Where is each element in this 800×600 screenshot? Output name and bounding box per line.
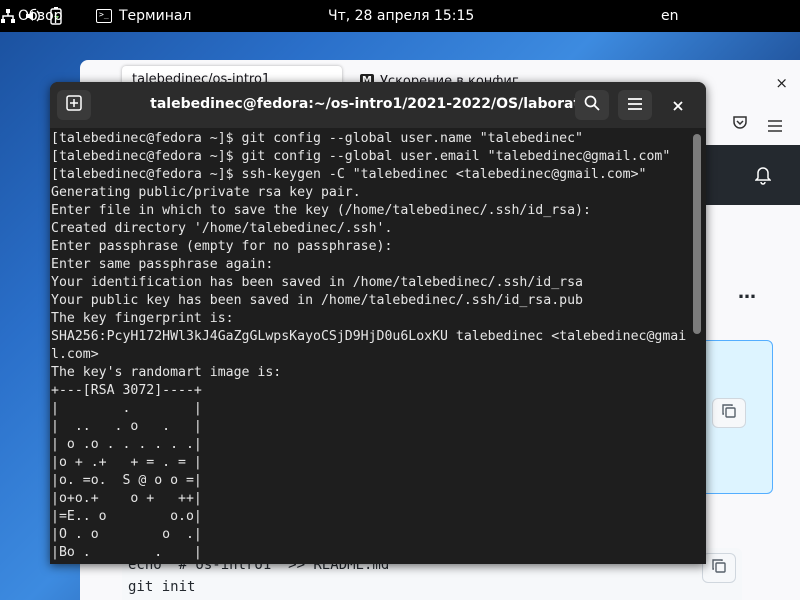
terminal-line: [talebedinec@fedora ~]$ git config --glo… [51,149,671,164]
terminal-line: |o. =o. S @ o o =| [51,473,202,488]
terminal-line: Your identification has been saved in /h… [51,275,583,290]
top-bar: Обзор >_ Терминал Чт, 28 апреля 15:15 en [0,0,800,32]
search-icon [584,95,600,115]
more-options-button[interactable]: … [738,282,757,303]
terminal-line: The key fingerprint is: [51,311,234,326]
terminal-line: | .. . o . | [51,419,202,434]
terminal-line: Enter same passphrase again: [51,257,274,272]
copy-icon [711,558,727,578]
code-line: git init [128,579,196,595]
github-header [700,145,800,205]
terminal-app-icon: >_ [96,9,112,23]
terminal-lines: [talebedinec@fedora ~]$ git config --glo… [51,130,706,562]
pocket-icon[interactable] [732,114,748,134]
terminal-line: Created directory '/home/talebedinec/.ss… [51,221,393,236]
terminal-line: The key's randomart image is: [51,365,282,380]
copy-icon [721,403,737,423]
activities-button[interactable]: Обзор [18,0,63,32]
terminal-line: Enter file in which to save the key (/ho… [51,203,591,218]
terminal-line: |o+o.+ o + ++| [51,491,202,506]
close-icon [673,96,683,115]
terminal-line: +---[RSA 3072]----+ [51,383,202,398]
copy-button[interactable] [702,553,736,583]
terminal-line: |o + .+ + = . = | [51,455,202,470]
terminal-scrollbar[interactable] [693,134,701,334]
network-icon [0,8,16,24]
terminal-line: [talebedinec@fedora ~]$ ssh-keygen -C "t… [51,167,647,182]
app-name-label: Терминал [119,8,192,24]
terminal-header-bar[interactable]: talebedinec@fedora:~/os-intro1/2021-2022… [50,82,706,128]
terminal-line: |=E.. o o.o| [51,509,202,524]
terminal-line: Your public key has been saved in /home/… [51,293,583,308]
terminal-close-button[interactable] [666,93,690,117]
terminal-line: | o .o . . . . . .| [51,437,202,452]
hamburger-menu-icon [627,96,643,115]
terminal-line: |O . o o .| [51,527,202,542]
browser-menu-icon[interactable] [768,117,782,136]
browser-close-button[interactable]: × [775,74,788,92]
terminal-line: Generating public/private rsa key pair. [51,185,361,200]
terminal-line: |Bo . . | [51,545,202,560]
terminal-output[interactable]: [talebedinec@fedora ~]$ git config --glo… [50,128,706,564]
copy-button[interactable] [712,398,746,428]
app-menu-button[interactable]: >_ Терминал [96,0,191,32]
terminal-line: | . | [51,401,202,416]
terminal-line: [talebedinec@fedora ~]$ git config --glo… [51,131,583,146]
terminal-line: SHA256:PcyH172HWl3kJ4GaZgGLwpsKayoCSjD9H… [51,329,687,344]
terminal-line: l.com> [51,347,99,362]
terminal-menu-button[interactable] [618,90,652,120]
keyboard-layout-indicator[interactable]: en [661,0,679,32]
notification-bell-icon[interactable] [754,167,772,189]
terminal-line: Enter passphrase (empty for no passphras… [51,239,393,254]
search-button[interactable] [575,90,609,120]
clock[interactable]: Чт, 28 апреля 15:15 [328,0,474,32]
terminal-window[interactable]: talebedinec@fedora:~/os-intro1/2021-2022… [50,82,706,564]
